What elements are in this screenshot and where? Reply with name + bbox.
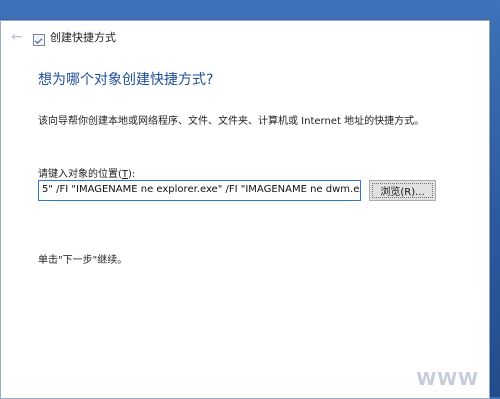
shortcut-icon	[33, 34, 45, 46]
location-input[interactable]: 5" /FI "IMAGENAME ne explorer.exe" /FI "…	[38, 180, 361, 201]
location-field-label-suffix: ):	[128, 169, 136, 180]
title-bar: ← 创建快捷方式	[1, 21, 489, 53]
window-title: 创建快捷方式	[50, 31, 116, 44]
browse-button[interactable]: 浏览(R)...	[369, 180, 436, 201]
location-field-label: 请键入对象的位置(T):	[38, 165, 135, 180]
watermark: WWW	[416, 369, 479, 390]
back-arrow-icon[interactable]: ←	[10, 29, 24, 45]
next-step-hint: 单击"下一步"继续。	[38, 255, 128, 266]
browse-button-focus-ring	[372, 183, 433, 198]
shortcut-wizard-dialog: ← 创建快捷方式 想为哪个对象创建快捷方式? 该向导帮你创建本地或网络程序、文件…	[0, 20, 490, 399]
wizard-description: 该向导帮你创建本地或网络程序、文件、文件夹、计算机或 Internet 地址的快…	[38, 116, 425, 127]
location-field-label-prefix: 请键入对象的位置(	[38, 169, 122, 180]
wizard-heading: 想为哪个对象创建快捷方式?	[38, 72, 214, 88]
